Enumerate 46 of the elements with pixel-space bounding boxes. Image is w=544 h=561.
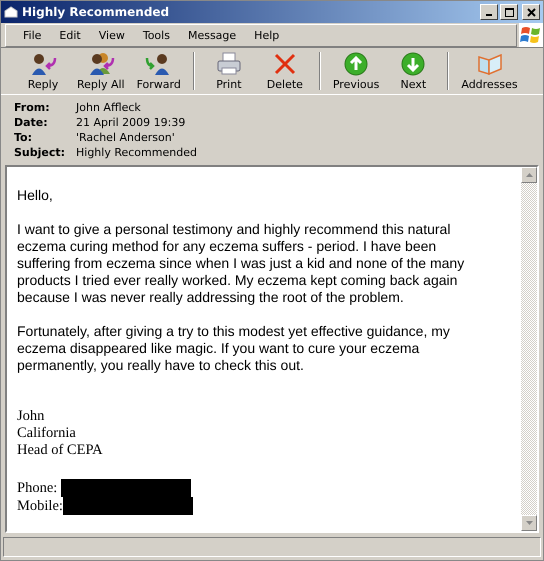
menu-item[interactable]: Message [180,27,244,44]
close-button[interactable] [522,4,540,20]
toolbar-button[interactable]: Reply [15,48,71,94]
greeting-text: Hello, [17,187,54,204]
toolbar-button[interactable]: Addresses [455,48,524,94]
header-label: Date: [14,116,49,129]
menu-item[interactable]: Tools [136,27,177,44]
header-value: 21 April 2009 19:39 [76,116,186,129]
person-arrow-icon [29,52,57,76]
menu-item[interactable]: Edit [52,27,88,44]
header-label: Subject: [14,146,66,159]
header-value: 'Rachel Anderson' [76,131,176,144]
toolbar-button[interactable]: Next [385,48,442,94]
signature-line: California [17,425,77,442]
toolbar-button[interactable]: Forward [130,48,187,94]
delete-icon [272,52,297,76]
contact-label: Phone: [17,480,58,496]
window-title: Highly Recommended [22,5,170,19]
up-arrow-icon [526,173,532,177]
toolbar-button[interactable]: Previous [326,48,386,94]
toolbar-button[interactable]: Reply All [71,48,131,94]
menu-item[interactable]: File [16,27,48,44]
address-book-icon [476,52,503,76]
printer-icon [216,52,242,76]
toolbar-button[interactable]: Print [200,48,257,94]
signature-line: Head of CEPA [17,442,104,459]
logo-icon [519,23,543,47]
header-value: John Affleck [76,101,142,114]
scroll-up-button[interactable] [521,167,537,183]
body-paragraph: I want to give a personal testimony and highly recommend this natural eczema curing method for any eczema suffers - period. I have been suffering from eczema since when I was just a kid and none of the many products I tried ever really worked. My eczema kept coming back again because I was never really addressing the root of the problem. [17,221,466,306]
scrollbar[interactable] [521,167,537,531]
toolbar-button[interactable]: Delete [256,48,313,94]
signature-line: John [17,408,46,425]
menu-item[interactable]: View [92,27,132,44]
menu-item[interactable]: Help [247,27,286,44]
header-label: From: [14,101,51,114]
close-icon [526,8,536,16]
scroll-down-button[interactable] [521,515,537,531]
maximize-button[interactable] [500,4,518,20]
minimize-button[interactable] [480,4,498,20]
header-label: To: [14,131,33,144]
maximize-icon [504,8,514,16]
down-arrow-icon [526,521,532,525]
header-value: Highly Recommended [76,146,198,159]
body-paragraph: Fortunately, after giving a try to this modest yet effective guidance, my eczema disappeared like magic. If you want to cure your eczema permanently, you really have to check this out. [17,323,451,374]
contact-label: Mobile: [17,498,63,514]
